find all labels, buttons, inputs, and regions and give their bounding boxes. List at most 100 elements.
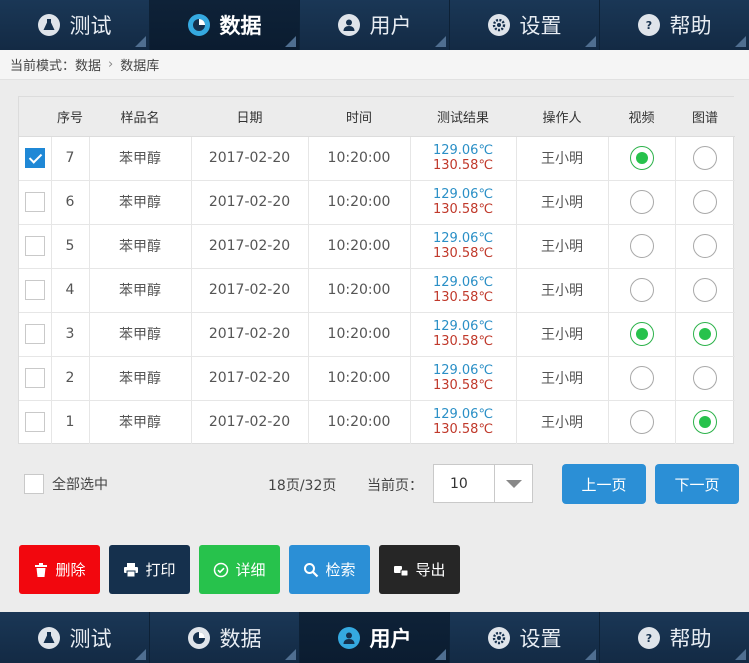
row-spectrum-cell: [675, 400, 735, 444]
row-operator: 王小明: [516, 268, 609, 313]
row-no: 1: [51, 400, 90, 444]
video-radio[interactable]: [629, 146, 654, 170]
search-button[interactable]: 检索: [289, 545, 370, 594]
row-result: 129.06℃ 130.58℃: [410, 312, 517, 357]
row-no: 4: [51, 268, 90, 313]
top-nav-tab-1[interactable]: 测试: [0, 0, 150, 50]
video-radio[interactable]: [629, 190, 654, 214]
row-checkbox[interactable]: [24, 368, 45, 388]
select-all-label: 全部选中: [52, 477, 108, 493]
export-icon: [394, 565, 409, 576]
table-row[interactable]: 2 苯甲醇 2017-02-20 10:20:00 129.06℃ 130.58℃ 王小明: [19, 356, 735, 401]
header-spectrum: 图谱: [675, 97, 735, 137]
result-value-1: 129.06℃: [432, 319, 494, 334]
row-checkbox[interactable]: [24, 280, 45, 300]
svg-text:?: ?: [645, 632, 651, 645]
table-row[interactable]: 1 苯甲醇 2017-02-20 10:20:00 129.06℃ 130.58℃ 王小明: [19, 400, 735, 444]
top-nav-tab-label: 测试: [69, 14, 112, 38]
row-date: 2017-02-20: [191, 268, 309, 313]
row-time: 10:20:00: [308, 136, 411, 181]
dropdown-arrow-icon[interactable]: [494, 465, 532, 502]
row-checkbox[interactable]: [24, 412, 45, 433]
row-operator: 王小明: [516, 180, 609, 225]
row-sample: 苯甲醇: [89, 180, 192, 225]
current-page-select[interactable]: 10: [433, 464, 533, 503]
row-no: 7: [51, 136, 90, 181]
row-date: 2017-02-20: [191, 136, 309, 181]
spectrum-radio[interactable]: [693, 410, 718, 435]
breadcrumb: 当前模式：数据 › 数据库: [0, 50, 749, 80]
video-radio[interactable]: [629, 322, 654, 346]
header-date: 日期: [191, 97, 308, 137]
header-result: 测试结果: [410, 97, 516, 137]
export-button[interactable]: 导出: [379, 545, 460, 594]
row-video-cell: [608, 312, 676, 357]
spectrum-radio[interactable]: [693, 322, 718, 346]
video-radio[interactable]: [629, 278, 654, 302]
bottom-nav-tab-5[interactable]: ? 帮助: [600, 612, 749, 663]
top-nav-tab-label: 帮助: [669, 14, 712, 38]
table-row[interactable]: 4 苯甲醇 2017-02-20 10:20:00 129.06℃ 130.58℃ 王小明: [19, 268, 735, 313]
spectrum-radio[interactable]: [693, 278, 718, 302]
select-all-checkbox[interactable]: [24, 474, 44, 494]
row-checkbox[interactable]: [24, 236, 45, 256]
bottom-nav-tab-label: 设置: [519, 626, 562, 651]
table-row[interactable]: 7 苯甲醇 2017-02-20 10:20:00 129.06℃ 130.58℃ 王小明: [19, 136, 735, 181]
spectrum-radio[interactable]: [693, 366, 718, 390]
prev-page-button[interactable]: 上一页: [562, 464, 646, 504]
detail-button[interactable]: 详细: [199, 545, 280, 594]
row-checkbox[interactable]: [24, 148, 45, 168]
row-select-cell: [19, 268, 52, 313]
row-result: 129.06℃ 130.58℃: [410, 224, 517, 269]
current-page-value: 10: [450, 475, 468, 492]
video-radio[interactable]: [629, 410, 654, 435]
header-video: 视频: [608, 97, 675, 137]
row-video-cell: [608, 136, 676, 181]
row-checkbox[interactable]: [24, 324, 45, 344]
row-sample: 苯甲醇: [89, 400, 192, 444]
delete-button[interactable]: 删除: [19, 545, 100, 594]
flask-icon: [37, 626, 60, 649]
top-nav-tab-5[interactable]: ? 帮助: [600, 0, 749, 50]
current-page-label: 当前页：: [367, 478, 423, 494]
printer-icon: [124, 562, 139, 577]
video-radio[interactable]: [629, 366, 654, 390]
table-row[interactable]: 6 苯甲醇 2017-02-20 10:20:00 129.06℃ 130.58℃ 王小明: [19, 180, 735, 225]
print-button[interactable]: 打印: [109, 545, 190, 594]
result-value-2: 130.58℃: [432, 290, 494, 305]
spectrum-radio[interactable]: [693, 190, 718, 214]
row-no: 2: [51, 356, 90, 401]
row-video-cell: [608, 268, 676, 313]
user-icon: [337, 626, 360, 649]
row-operator: 王小明: [516, 224, 609, 269]
breadcrumb-mode: 当前模式：数据: [10, 59, 102, 74]
video-radio[interactable]: [629, 234, 654, 258]
check-circle-icon: [214, 562, 229, 577]
spectrum-radio[interactable]: [693, 234, 718, 258]
row-checkbox[interactable]: [24, 192, 45, 212]
row-spectrum-cell: [675, 268, 735, 313]
bottom-nav-tab-4[interactable]: 设置: [450, 612, 600, 663]
top-nav-tab-3[interactable]: 用户: [300, 0, 450, 50]
select-all-control[interactable]: 全部选中: [24, 474, 108, 494]
next-page-button[interactable]: 下一页: [655, 464, 739, 504]
help-icon: ?: [637, 626, 660, 649]
result-value-1: 129.06℃: [432, 231, 494, 246]
top-nav-tab-4[interactable]: 设置: [450, 0, 600, 50]
corner-mark-icon: [135, 36, 146, 47]
bottom-nav-tab-label: 用户: [369, 626, 412, 651]
table-row[interactable]: 3 苯甲醇 2017-02-20 10:20:00 129.06℃ 130.58℃ 王小明: [19, 312, 735, 357]
bottom-nav-tab-3[interactable]: 用户: [300, 612, 450, 663]
bottom-nav-tab-1[interactable]: 测试: [0, 612, 150, 663]
spectrum-radio[interactable]: [693, 146, 718, 170]
bottom-nav-tab-2[interactable]: 数据: [150, 612, 300, 663]
top-nav-tab-2[interactable]: 数据: [150, 0, 300, 50]
row-sample: 苯甲醇: [89, 224, 192, 269]
row-time: 10:20:00: [308, 312, 411, 357]
print-label: 打印: [145, 561, 176, 579]
detail-label: 详细: [235, 561, 266, 579]
corner-mark-icon: [585, 36, 596, 47]
table-row[interactable]: 5 苯甲醇 2017-02-20 10:20:00 129.06℃ 130.58℃ 王小明: [19, 224, 735, 269]
trash-icon: [35, 562, 48, 577]
row-sample: 苯甲醇: [89, 136, 192, 181]
